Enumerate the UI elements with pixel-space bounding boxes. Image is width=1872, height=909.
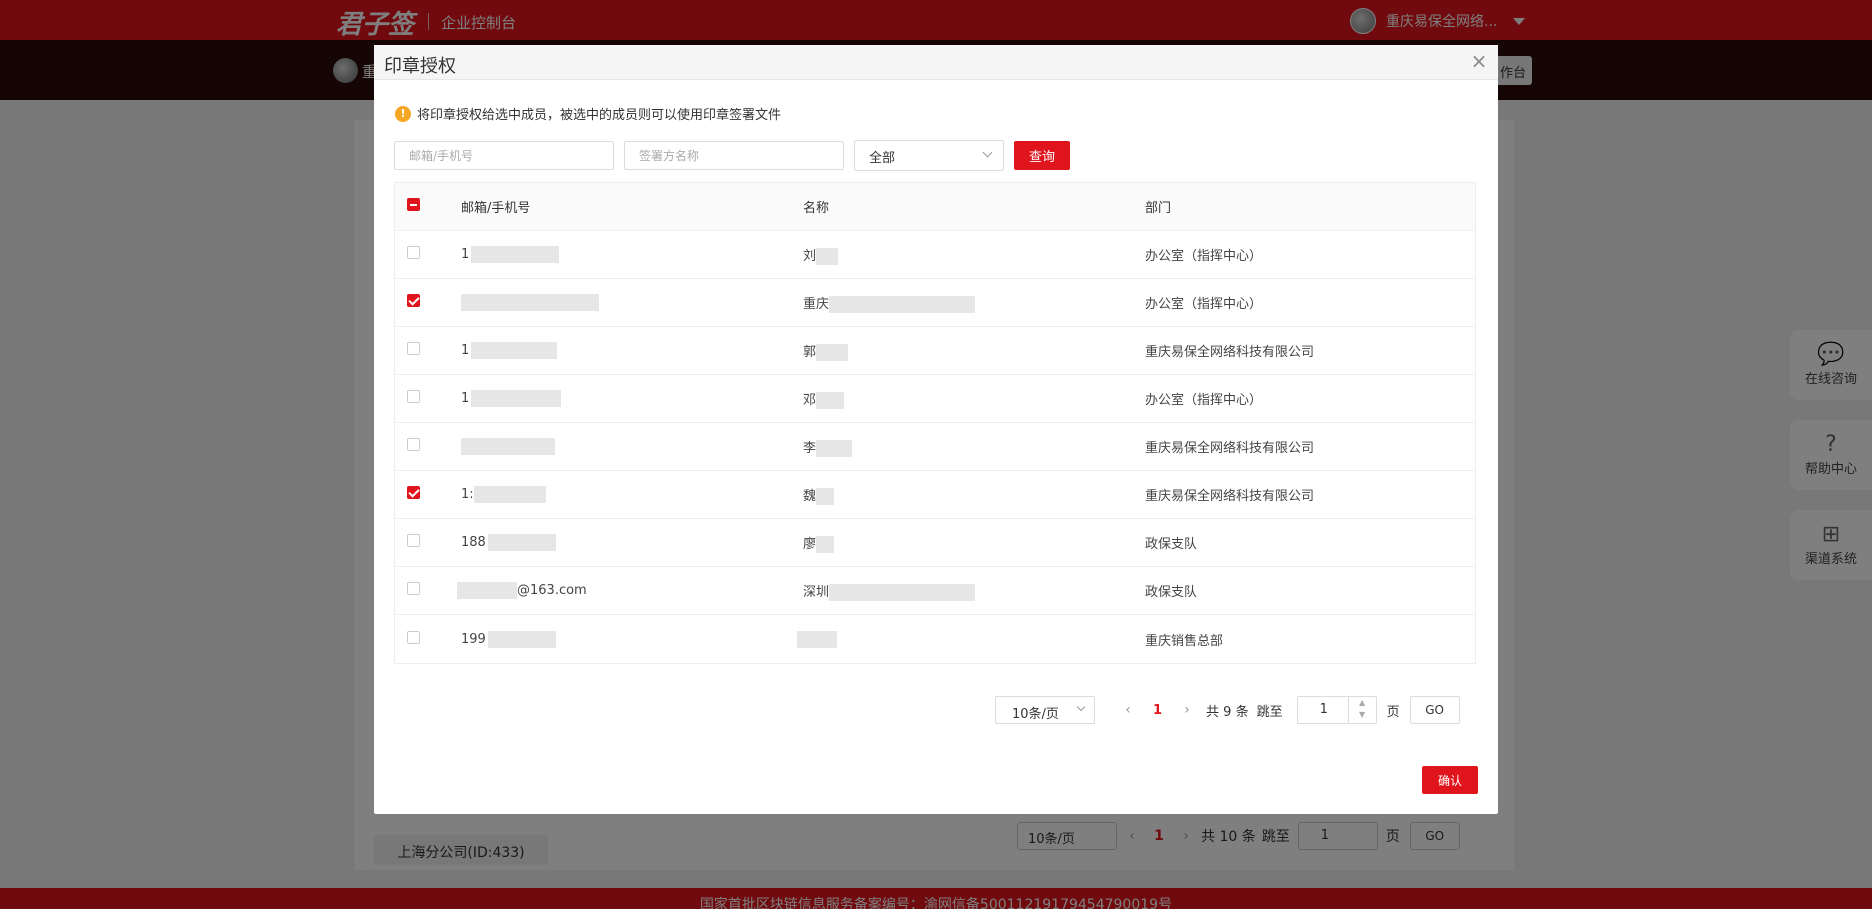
row-checkbox[interactable] <box>407 390 420 403</box>
notice-text: 将印章授权给选中成员，被选中的成员则可以使用印章签署文件 <box>417 108 782 123</box>
next-page-icon[interactable]: › <box>1172 702 1202 718</box>
row-department: 重庆易保全网络科技有限公司 <box>1145 489 1315 504</box>
redacted-block <box>457 582 517 599</box>
seal-authorization-dialog: 印章授权 × ! 将印章授权给选中成员，被选中的成员则可以使用印章签署文件 全部… <box>374 45 1498 814</box>
row-name: 重庆 <box>803 296 830 312</box>
row-phone: 1 <box>461 247 470 262</box>
redacted-block <box>487 630 556 648</box>
row-name: 郭 <box>803 344 817 360</box>
total-count: 共 9 条 <box>1206 704 1249 720</box>
go-button[interactable]: GO <box>1409 696 1460 724</box>
redacted-block <box>816 391 845 409</box>
row-checkbox[interactable] <box>407 486 420 499</box>
row-checkbox[interactable] <box>407 438 420 451</box>
jump-page-input[interactable]: 1 ▲ ▼ <box>1296 696 1377 724</box>
chevron-down-icon <box>1076 702 1086 712</box>
redacted-block <box>816 247 839 265</box>
table-row[interactable]: 199 重庆销售总部 <box>395 615 1475 663</box>
table-row[interactable]: @163.com 深圳 政保支队 <box>395 567 1475 615</box>
member-table: 邮箱/手机号 名称 部门 1 刘 办公室（指挥中心） 重庆 办公室（指挥中心） … <box>394 182 1476 664</box>
row-department: 重庆销售总部 <box>1145 633 1224 649</box>
per-page-select[interactable]: 10条/页 <box>995 696 1095 724</box>
current-page[interactable]: 1 <box>1143 703 1172 718</box>
row-phone: 199 <box>461 631 486 647</box>
dialog-header: 印章授权 × <box>374 45 1498 80</box>
stepper-icon[interactable]: ▲ ▼ <box>1347 697 1376 723</box>
redacted-block <box>797 630 837 648</box>
row-department: 办公室（指挥中心） <box>1145 297 1263 312</box>
row-checkbox[interactable] <box>407 342 420 355</box>
row-name: 李 <box>803 440 817 456</box>
row-department: 办公室（指挥中心） <box>1145 393 1263 408</box>
row-name: 廖 <box>803 536 817 552</box>
header-name: 名称 <box>803 201 830 216</box>
row-checkbox[interactable] <box>407 582 420 595</box>
select-all-checkbox[interactable] <box>407 198 420 211</box>
row-name: 刘 <box>803 248 817 264</box>
dialog-title: 印章授权 <box>384 56 456 77</box>
redacted-block <box>471 246 560 263</box>
row-name: 邓 <box>803 392 817 408</box>
jump-label: 跳至 <box>1256 704 1283 720</box>
row-checkbox[interactable] <box>407 534 420 547</box>
header-phone: 邮箱/手机号 <box>461 201 531 216</box>
redacted-block <box>473 486 546 503</box>
pagination: 10条/页 ‹ 1 › 共 9 条 跳至 1 ▲ ▼ 页 GO <box>995 696 1460 724</box>
row-phone: @163.com <box>517 583 587 598</box>
row-checkbox[interactable] <box>407 246 420 259</box>
row-phone: 1 <box>461 391 470 406</box>
row-checkbox[interactable] <box>407 630 420 644</box>
redacted-block <box>471 390 562 407</box>
row-department: 重庆易保全网络科技有限公司 <box>1145 441 1315 456</box>
authorization-notice: ! 将印章授权给选中成员，被选中的成员则可以使用印章签署文件 <box>395 104 781 123</box>
chevron-down-icon <box>982 147 993 158</box>
redacted-block <box>816 439 853 457</box>
redacted-block <box>816 535 835 553</box>
table-row[interactable]: 1 邓 办公室（指挥中心） <box>395 375 1475 423</box>
table-row[interactable]: 重庆 办公室（指挥中心） <box>395 279 1475 327</box>
page-unit: 页 <box>1386 704 1400 720</box>
table-row[interactable]: 1: 魏 重庆易保全网络科技有限公司 <box>395 471 1475 519</box>
row-department: 重庆易保全网络科技有限公司 <box>1145 345 1315 360</box>
redacted-block <box>471 342 558 359</box>
table-row[interactable]: 李 重庆易保全网络科技有限公司 <box>395 423 1475 471</box>
warning-icon: ! <box>395 105 411 122</box>
table-header: 邮箱/手机号 名称 部门 <box>395 183 1475 231</box>
table-row[interactable]: 1 刘 办公室（指挥中心） <box>395 231 1475 279</box>
header-department: 部门 <box>1145 201 1172 216</box>
row-department: 办公室（指挥中心） <box>1145 249 1263 264</box>
confirm-button[interactable]: 确认 <box>1422 766 1478 794</box>
row-department: 政保支队 <box>1145 585 1198 600</box>
query-button[interactable]: 查询 <box>1014 141 1070 170</box>
redacted-block <box>487 534 556 551</box>
phone-search-input[interactable] <box>394 141 614 170</box>
redacted-block <box>816 343 849 361</box>
redacted-block <box>816 487 835 505</box>
row-phone: 1: <box>461 487 474 502</box>
filter-bar: 全部 查询 <box>394 140 1070 171</box>
jump-page-value: 1 <box>1319 702 1328 717</box>
row-checkbox[interactable] <box>407 294 420 307</box>
row-name: 魏 <box>803 488 817 504</box>
prev-page-icon[interactable]: ‹ <box>1113 702 1143 718</box>
table-row[interactable]: 1 郭 重庆易保全网络科技有限公司 <box>395 327 1475 375</box>
redacted-block <box>829 583 976 601</box>
department-select-value: 全部 <box>869 151 896 166</box>
row-department: 政保支队 <box>1145 537 1198 552</box>
close-icon[interactable]: × <box>1468 50 1490 72</box>
redacted-block <box>829 295 976 313</box>
row-phone: 188 <box>461 535 486 550</box>
table-row[interactable]: 188 廖 政保支队 <box>395 519 1475 567</box>
row-name: 深圳 <box>803 584 830 600</box>
department-select[interactable]: 全部 <box>854 140 1004 171</box>
redacted-block <box>461 294 599 311</box>
row-phone: 1 <box>461 343 470 358</box>
redacted-block <box>461 438 555 455</box>
per-page-value: 10条/页 <box>1012 707 1059 722</box>
name-search-input[interactable] <box>624 141 844 170</box>
